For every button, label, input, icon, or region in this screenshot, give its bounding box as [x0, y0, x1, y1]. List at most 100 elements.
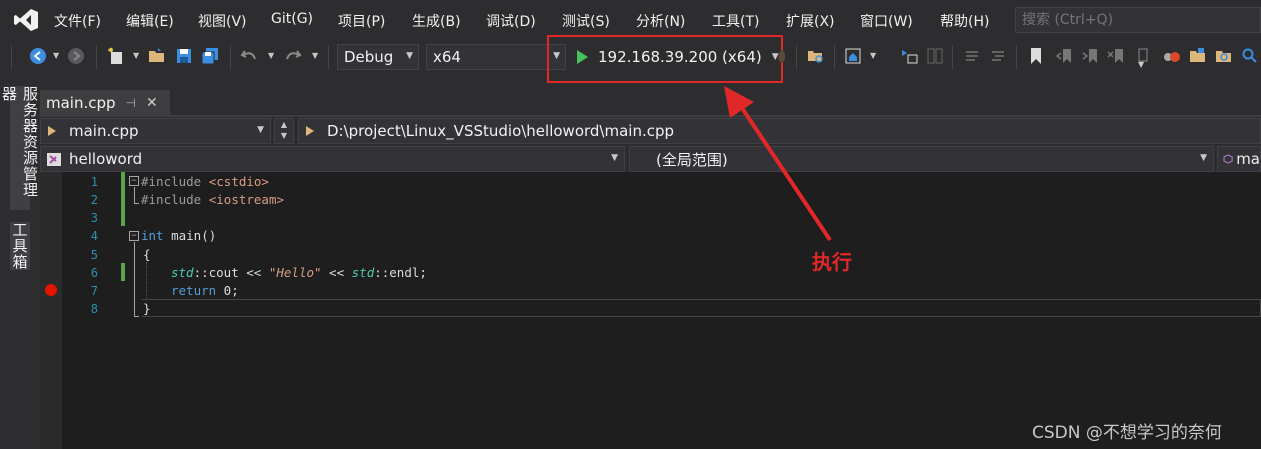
- back-dropdown-icon[interactable]: ▼: [53, 51, 59, 60]
- hot-reload-icon[interactable]: [772, 46, 792, 66]
- line-number: 4: [90, 229, 98, 243]
- menu-edit[interactable]: 编辑(E): [126, 11, 174, 31]
- line-number: 8: [90, 302, 98, 316]
- current-line-highlight: [142, 299, 1261, 317]
- home-dropdown-icon[interactable]: ▼: [870, 51, 876, 60]
- search-input[interactable]: [1015, 7, 1261, 33]
- tab-main-cpp[interactable]: main.cpp ⊣ ✕: [40, 90, 170, 115]
- chevron-down-icon: ▼: [257, 125, 264, 135]
- clear-bookmarks-icon[interactable]: [1106, 46, 1126, 66]
- platform-dropdown[interactable]: x64 ▼: [426, 44, 566, 70]
- side-tab-server-explorer[interactable]: 服务器资源管理器: [0, 86, 39, 210]
- code-line-8: }: [143, 301, 151, 316]
- collapse-icon[interactable]: −: [129, 231, 139, 241]
- visual-studio-logo-icon[interactable]: [12, 7, 40, 33]
- undo-dropdown-icon[interactable]: ▼: [268, 51, 274, 60]
- menu-test[interactable]: 测试(S): [562, 11, 610, 31]
- annotation-label: 执行: [812, 250, 852, 274]
- search-folder-icon[interactable]: [1214, 46, 1234, 66]
- folder-tool-icon[interactable]: [1188, 46, 1208, 66]
- file-arrow-icon: [48, 126, 56, 136]
- annotation-arrow-icon: [724, 86, 832, 242]
- bookmark-icon[interactable]: [1026, 46, 1046, 66]
- pin-icon[interactable]: ⊣: [126, 96, 136, 110]
- save-all-icon[interactable]: [200, 46, 220, 66]
- menu-help[interactable]: 帮助(H): [940, 11, 989, 31]
- menu-view[interactable]: 视图(V): [198, 11, 247, 31]
- member-dropdown-value: ma: [1236, 150, 1260, 168]
- file-spinner[interactable]: ▲ ▼: [274, 118, 294, 144]
- search-icon[interactable]: [1240, 46, 1260, 66]
- annotation-highlight-box: [547, 35, 783, 83]
- member-dropdown[interactable]: ma: [1217, 146, 1261, 172]
- tab-strip-underline: [40, 115, 1261, 117]
- chevron-down-icon: ▼: [611, 153, 618, 163]
- uncomment-icon[interactable]: [988, 46, 1008, 66]
- side-tab-toolbox[interactable]: 工具箱: [10, 222, 30, 270]
- separator: [328, 45, 329, 69]
- configuration-dropdown[interactable]: Debug ▼: [337, 44, 419, 70]
- find-in-files-icon[interactable]: [806, 46, 826, 66]
- menu-tools[interactable]: 工具(T): [712, 11, 759, 31]
- code-line-2: #include <iostream>: [141, 192, 285, 207]
- redo-dropdown-icon[interactable]: ▼: [312, 51, 318, 60]
- file-dropdown[interactable]: main.cpp ▼: [40, 118, 271, 144]
- method-cube-icon: [1223, 154, 1233, 164]
- line-number: 7: [90, 284, 98, 298]
- forward-icon[interactable]: [66, 46, 86, 66]
- project-dropdown[interactable]: helloword ▼: [40, 146, 625, 172]
- project-dropdown-value: helloword: [69, 150, 143, 168]
- chevron-down-icon: ▼: [1200, 153, 1207, 163]
- collapse-icon[interactable]: −: [129, 176, 139, 186]
- menu-build[interactable]: 生成(B): [412, 11, 461, 31]
- new-dropdown-icon[interactable]: ▼: [133, 51, 139, 60]
- watermark: CSDN @不想学习的奈何: [1032, 423, 1222, 443]
- separator: [230, 45, 231, 69]
- extension-icon[interactable]: [1162, 46, 1182, 66]
- columns-icon[interactable]: [925, 46, 945, 66]
- separator: [834, 45, 835, 69]
- file-dropdown-value: main.cpp: [69, 122, 139, 140]
- menu-file[interactable]: 文件(F): [54, 11, 101, 31]
- file-path-value: D:\project\Linux_VSStudio\helloword\main…: [327, 122, 675, 140]
- next-bookmark-icon[interactable]: [1080, 46, 1100, 66]
- menu-debug[interactable]: 调试(D): [486, 11, 536, 31]
- line-number: 5: [90, 248, 98, 262]
- menu-project[interactable]: 项目(P): [338, 11, 385, 31]
- chevron-down-icon: ▼: [406, 51, 413, 61]
- code-line-6: std::cout << "Hello" << std::endl;: [171, 265, 427, 280]
- breakpoint-icon[interactable]: [45, 284, 57, 296]
- fold-guide: [134, 203, 139, 204]
- project-icon: [47, 153, 61, 166]
- code-line-1: #include <cstdio>: [141, 174, 269, 189]
- code-line-4: int main(): [141, 228, 217, 243]
- comment-icon[interactable]: [962, 46, 982, 66]
- prev-bookmark-icon[interactable]: [1054, 46, 1074, 66]
- step-icon[interactable]: [899, 46, 919, 66]
- back-icon[interactable]: [28, 46, 48, 66]
- fold-guide: [134, 242, 135, 316]
- more-dropdown-icon[interactable]: ▼: [1138, 60, 1144, 69]
- menu-extensions[interactable]: 扩展(X): [786, 11, 835, 31]
- new-project-icon[interactable]: [106, 46, 126, 66]
- tab-label: main.cpp: [46, 93, 116, 112]
- line-number: 3: [90, 211, 98, 225]
- separator: [952, 45, 953, 69]
- home-icon[interactable]: [843, 46, 863, 66]
- menu-window[interactable]: 窗口(W): [860, 11, 913, 31]
- menu-analyze[interactable]: 分析(N): [636, 11, 685, 31]
- line-number: 1: [90, 175, 98, 189]
- code-line-7: return 0;: [171, 283, 239, 298]
- undo-icon[interactable]: [239, 46, 259, 66]
- platform-value: x64: [433, 48, 461, 66]
- menu-git[interactable]: Git(G): [271, 11, 313, 27]
- open-folder-icon[interactable]: [147, 46, 167, 66]
- redo-icon[interactable]: [283, 46, 303, 66]
- change-indicator: [121, 263, 125, 281]
- fold-guide: [134, 316, 139, 317]
- close-icon[interactable]: ✕: [146, 95, 158, 111]
- separator: [96, 45, 97, 69]
- code-line-5: {: [143, 247, 151, 262]
- breakpoint-margin[interactable]: [40, 172, 62, 449]
- save-icon[interactable]: [174, 46, 194, 66]
